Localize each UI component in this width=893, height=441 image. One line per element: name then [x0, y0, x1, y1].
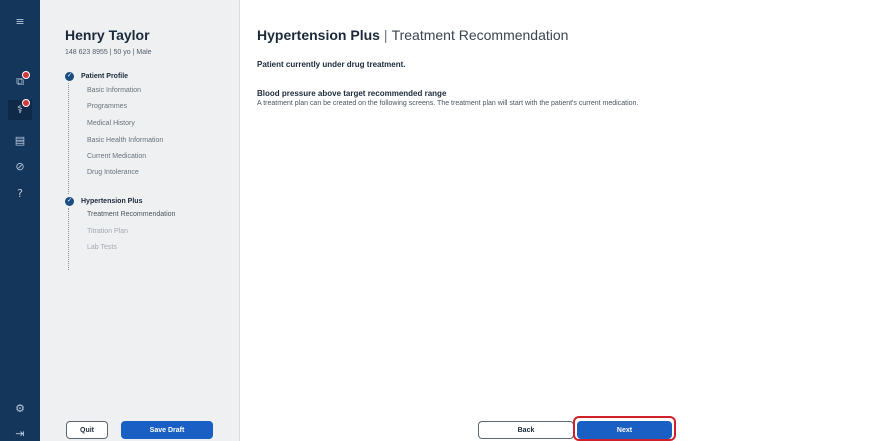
nav-basic-information[interactable]: Basic Information: [87, 87, 141, 94]
help-icon[interactable]: ?: [8, 184, 32, 204]
notification-badge: [22, 71, 30, 79]
next-button[interactable]: Next: [577, 421, 672, 439]
treatment-status: Patient currently under drug treatment.: [257, 60, 406, 69]
title-program: Hypertension Plus: [257, 27, 380, 43]
save-draft-button[interactable]: Save Draft: [121, 421, 213, 439]
pills-icon[interactable]: ⊘: [8, 157, 32, 177]
settings-icon[interactable]: ⚙: [8, 399, 32, 419]
back-button[interactable]: Back: [478, 421, 574, 439]
nav-current-medication[interactable]: Current Medication: [87, 153, 146, 160]
app-rail: ≡ ⧉ ⚕ ▤ ⊘ ? ⚙ ⇥: [0, 0, 40, 441]
patient-meta: 148 623 8955 | 50 yo | Male: [65, 49, 152, 56]
title-screen: Treatment Recommendation: [391, 27, 569, 43]
nav-basic-health-information[interactable]: Basic Health Information: [87, 137, 163, 144]
nav-drug-intolerance[interactable]: Drug Intolerance: [87, 169, 139, 176]
stethoscope-icon[interactable]: ⚕: [8, 99, 32, 120]
patient-name: Henry Taylor: [65, 27, 150, 43]
section-hypertension-plus[interactable]: Hypertension Plus: [81, 198, 142, 205]
patient-panel: Henry Taylor 148 623 8955 | 50 yo | Male…: [40, 0, 240, 441]
nav-lab-tests[interactable]: Lab Tests: [87, 244, 117, 251]
step-connector: [68, 208, 69, 270]
document-icon[interactable]: ▤: [8, 131, 32, 151]
clipboard-icon[interactable]: ⧉: [8, 71, 32, 92]
nav-programmes[interactable]: Programmes: [87, 103, 127, 110]
main-content: Hypertension Plus | Treatment Recommendati…: [240, 0, 893, 441]
title-separator: |: [383, 27, 388, 43]
step-connector: [68, 83, 69, 194]
bp-heading: Blood pressure above target recommended …: [257, 89, 447, 98]
logout-icon[interactable]: ⇥: [8, 424, 32, 441]
nav-treatment-recommendation[interactable]: Treatment Recommendation: [87, 211, 175, 218]
check-icon: ✓: [65, 72, 74, 81]
quit-button[interactable]: Quit: [66, 421, 108, 439]
check-icon: ✓: [65, 197, 74, 206]
menu-icon[interactable]: ≡: [8, 12, 32, 32]
page-title: Hypertension Plus | Treatment Recommendati…: [257, 27, 568, 43]
bp-description: A treatment plan can be created on the f…: [257, 100, 639, 107]
notification-badge: [22, 99, 30, 107]
nav-medical-history[interactable]: Medical History: [87, 120, 135, 127]
nav-titration-plan[interactable]: Titration Plan: [87, 228, 128, 235]
section-patient-profile[interactable]: Patient Profile: [81, 73, 128, 80]
app-window: ≡ ⧉ ⚕ ▤ ⊘ ? ⚙ ⇥ Henry Taylor 148 623 895…: [0, 0, 893, 441]
